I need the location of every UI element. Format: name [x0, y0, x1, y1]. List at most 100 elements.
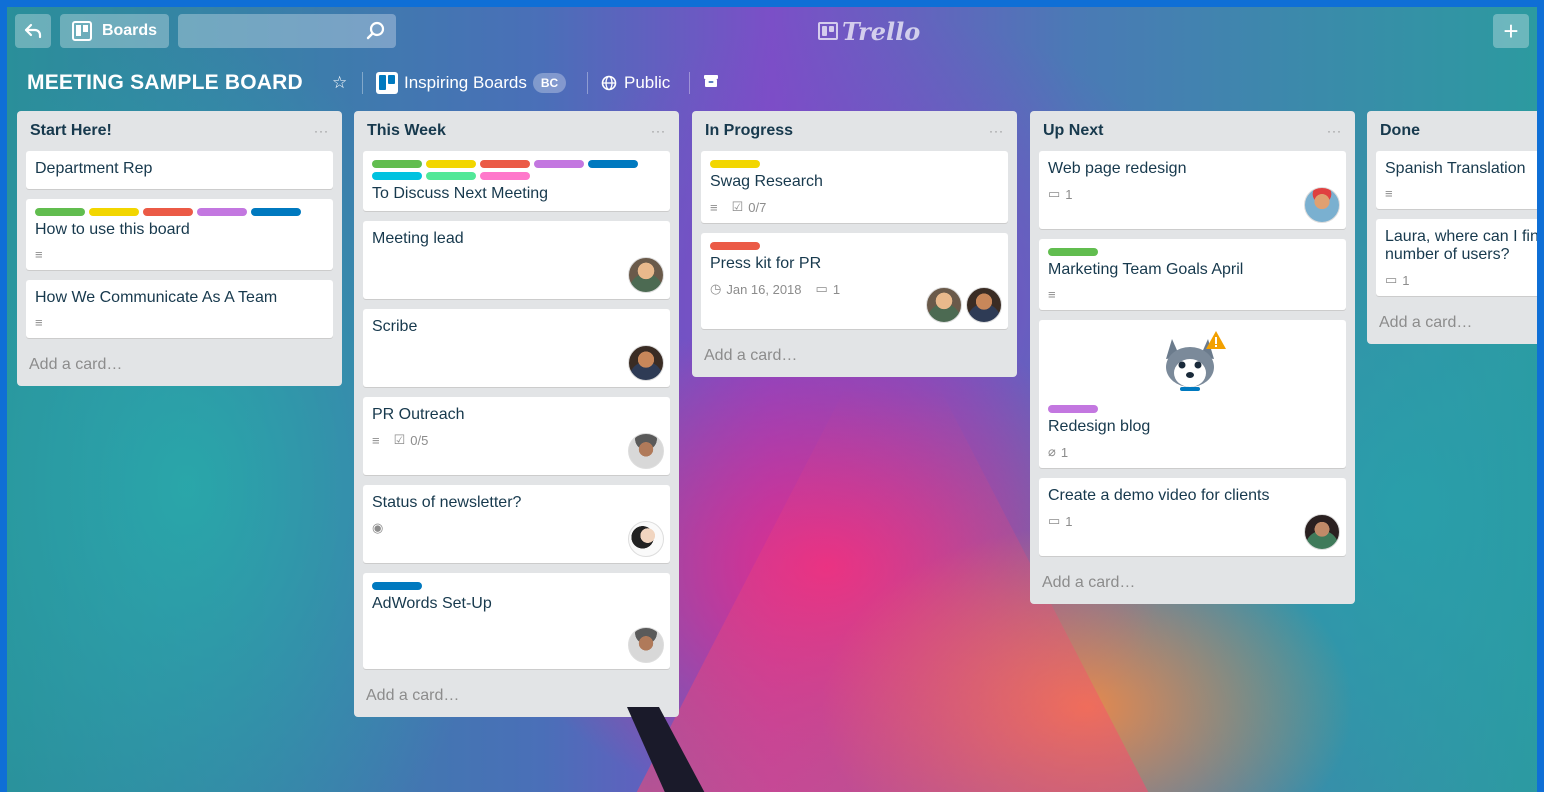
description-icon: ≡	[35, 315, 43, 330]
label-blue	[251, 208, 301, 216]
avatar[interactable]	[926, 287, 962, 323]
avatar[interactable]	[628, 627, 664, 663]
attachments-badge: ⌀ 1	[1048, 444, 1068, 460]
label-red	[710, 242, 760, 250]
back-arrow-icon	[24, 23, 42, 39]
divider	[689, 72, 690, 94]
card-demo-video[interactable]: Create a demo video for clients ▭ 1	[1039, 478, 1346, 556]
list-in-progress: In Progress ··· Swag Research ≡ ☑ 0/7 Pre…	[692, 111, 1017, 377]
boards-button[interactable]: Boards	[60, 14, 169, 48]
star-icon[interactable]: ☆	[332, 73, 347, 93]
add-card-button[interactable]: Add a card…	[1039, 566, 1346, 596]
add-card-button[interactable]: Add a card…	[1376, 306, 1537, 336]
card-spanish-translation[interactable]: Spanish Translation ≡	[1376, 151, 1537, 209]
due-date: Jan 16, 2018	[726, 281, 802, 297]
card-labels	[1048, 248, 1337, 256]
card-how-we-communicate[interactable]: How We Communicate As A Team ≡	[26, 280, 333, 338]
comments-badge: ▭ 1	[1048, 513, 1073, 529]
list-done: Done Spanish Translation ≡ Laura, where …	[1367, 111, 1537, 344]
list-menu-icon[interactable]: ···	[651, 124, 666, 138]
label-green	[372, 160, 422, 168]
list-start-here: Start Here! ··· Department Rep How to us…	[17, 111, 342, 386]
card-redesign-blog[interactable]: Redesign blog ⌀ 1	[1039, 320, 1346, 468]
globe-icon	[601, 75, 617, 91]
comments-badge: ▭ 1	[1048, 186, 1073, 202]
card-title: Web page redesign	[1048, 160, 1187, 177]
label-red	[143, 208, 193, 216]
label-yellow	[426, 160, 476, 168]
checklist-icon: ☑	[393, 432, 406, 447]
boards-icon	[71, 21, 92, 41]
card-title: Scribe	[372, 318, 418, 335]
label-pink	[480, 172, 530, 180]
card-laura-question[interactable]: Laura, where can I find number of users?…	[1376, 219, 1537, 296]
card-status-newsletter[interactable]: Status of newsletter? ◉	[363, 485, 670, 563]
label-blue	[588, 160, 638, 168]
back-button[interactable]	[15, 14, 51, 48]
card-web-page-redesign[interactable]: Web page redesign ▭ 1	[1039, 151, 1346, 229]
team-name: Inspiring Boards	[404, 73, 527, 92]
list-menu-icon[interactable]: ···	[314, 124, 329, 138]
list-title[interactable]: Done	[1380, 122, 1420, 140]
husky-icon	[1048, 329, 1337, 395]
card-title: Swag Research	[710, 173, 823, 190]
card-to-discuss[interactable]: To Discuss Next Meeting	[363, 151, 670, 211]
board-canvas: Boards Trello + MEETING SAMPLE BOARD ☆ I…	[7, 7, 1537, 792]
checklist-badge: ☑ 0/5	[394, 432, 429, 448]
comment-icon: ▭	[815, 281, 828, 296]
comment-count: 1	[1065, 513, 1073, 529]
list-title[interactable]: Up Next	[1043, 122, 1103, 140]
avatar[interactable]	[628, 345, 664, 381]
add-button[interactable]: +	[1493, 14, 1529, 48]
list-menu-icon[interactable]: ···	[1327, 124, 1342, 138]
board-title[interactable]: MEETING SAMPLE BOARD	[27, 71, 303, 95]
card-department-rep[interactable]: Department Rep	[26, 151, 333, 189]
card-title: Press kit for PR	[710, 255, 822, 272]
add-card-button[interactable]: Add a card…	[701, 339, 1008, 369]
team-board-icon	[376, 72, 398, 94]
list-title[interactable]: Start Here!	[30, 122, 112, 140]
add-card-button[interactable]: Add a card…	[26, 348, 333, 378]
archive-icon	[704, 75, 718, 87]
label-purple	[1048, 405, 1098, 413]
card-how-to-use[interactable]: How to use this board ≡	[26, 199, 333, 270]
search-input[interactable]	[178, 14, 396, 48]
comment-count: 1	[1402, 272, 1410, 288]
archive-button[interactable]	[703, 73, 719, 93]
trello-logo[interactable]: Trello	[818, 16, 920, 46]
divider	[587, 72, 588, 94]
avatar[interactable]	[966, 287, 1002, 323]
card-meeting-lead[interactable]: Meeting lead	[363, 221, 670, 299]
card-title: How to use this board	[35, 221, 190, 238]
board-header: MEETING SAMPLE BOARD ☆ Inspiring Boards …	[7, 65, 1537, 101]
card-title: Laura, where can I find number of users?	[1385, 228, 1537, 263]
team-button[interactable]: Inspiring Boards BC	[376, 72, 567, 94]
card-marketing-goals[interactable]: Marketing Team Goals April ≡	[1039, 239, 1346, 310]
visibility-button[interactable]: Public	[601, 73, 670, 93]
list-title[interactable]: This Week	[367, 122, 446, 140]
list-menu-icon[interactable]: ···	[989, 124, 1004, 138]
avatar[interactable]	[1304, 187, 1340, 223]
boards-label: Boards	[101, 22, 158, 39]
label-purple	[534, 160, 584, 168]
card-title: Redesign blog	[1048, 418, 1151, 435]
divider	[362, 72, 363, 94]
add-card-button[interactable]: Add a card…	[363, 679, 670, 709]
avatar[interactable]	[1304, 514, 1340, 550]
avatar[interactable]	[628, 257, 664, 293]
card-pr-outreach[interactable]: PR Outreach ≡ ☑ 0/5	[363, 397, 670, 475]
avatar[interactable]	[628, 521, 664, 557]
card-press-kit[interactable]: Press kit for PR ◷ Jan 16, 2018 ▭ 1	[701, 233, 1008, 329]
card-adwords[interactable]: AdWords Set-Up	[363, 573, 670, 669]
checklist-icon: ☑	[731, 199, 744, 214]
card-title: AdWords Set-Up	[372, 595, 492, 612]
list-this-week: This Week ··· To Discuss Next Meeting Me…	[354, 111, 679, 717]
card-title: PR Outreach	[372, 406, 465, 423]
card-scribe[interactable]: Scribe	[363, 309, 670, 387]
card-title: Status of newsletter?	[372, 494, 522, 511]
avatar[interactable]	[628, 433, 664, 469]
list-title[interactable]: In Progress	[705, 122, 793, 140]
card-swag-research[interactable]: Swag Research ≡ ☑ 0/7	[701, 151, 1008, 223]
list-up-next: Up Next ··· Web page redesign ▭ 1 Marketi…	[1030, 111, 1355, 604]
comments-badge: ▭ 1	[816, 281, 841, 297]
